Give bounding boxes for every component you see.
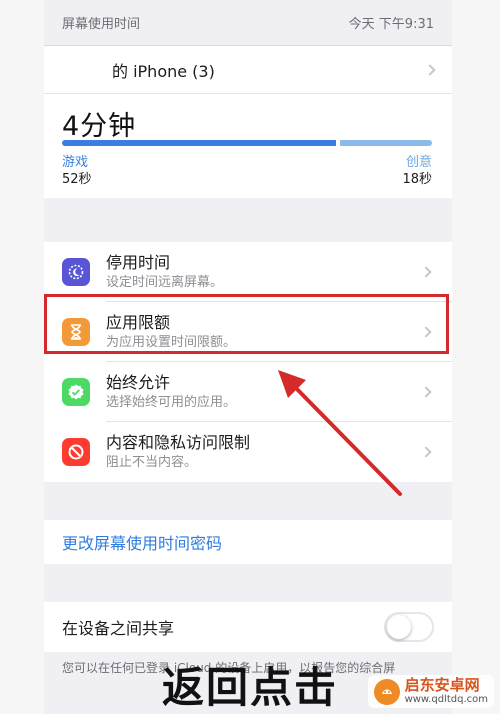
watermark: 启东安卓网 www.qdltdq.com	[367, 675, 494, 708]
watermark-url: www.qdltdq.com	[404, 694, 488, 705]
watermark-logo-icon	[373, 678, 400, 705]
caption-text: 返回点击	[161, 663, 338, 712]
watermark-name: 启东安卓网	[404, 676, 480, 694]
pointer-arrow-icon	[278, 370, 402, 496]
